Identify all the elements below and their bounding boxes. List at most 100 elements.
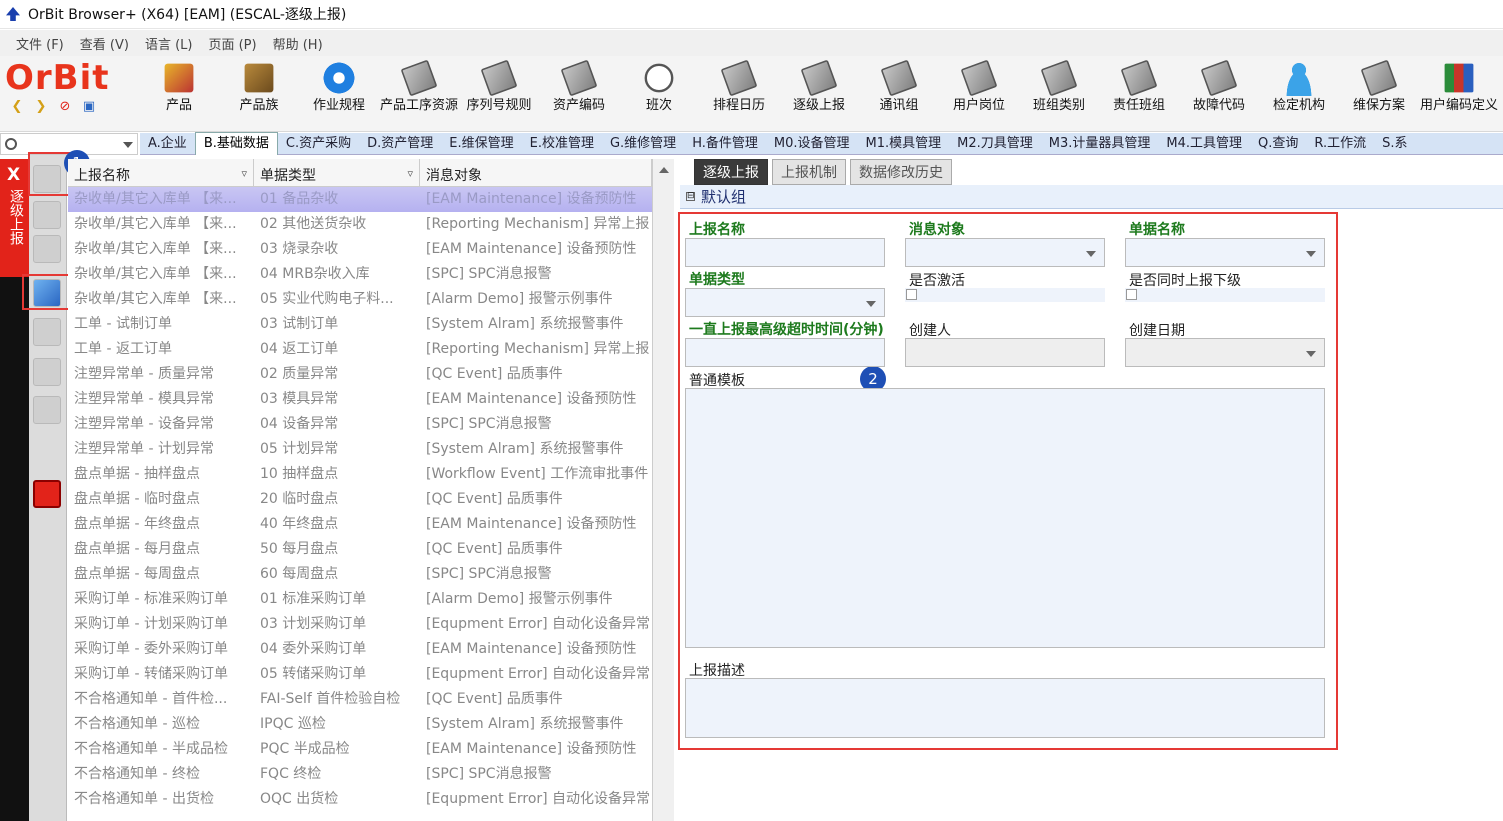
menu-view[interactable]: 查看 (V)	[80, 34, 129, 53]
module-tab[interactable]: A.企业	[140, 133, 195, 155]
chevron-down-icon[interactable]	[123, 142, 133, 148]
table-row[interactable]: 盘点单据 - 每月盘点 50 每月盘点 [QC Event] 品质事件	[68, 537, 652, 562]
toolbar-button[interactable]: 故障代码	[1179, 58, 1259, 113]
module-tab[interactable]: E.维保管理	[441, 133, 521, 155]
undo-icon[interactable]	[33, 318, 61, 346]
filter-icon[interactable]: ▿	[241, 167, 247, 180]
table-row[interactable]: 不合格通知单 - 首件检... FAI-Self 首件检验自检 [QC Event]…	[68, 687, 652, 712]
table-row[interactable]: 杂收单/其它入库单 【来... 02 其他送货杂收 [Reporting Mecha…	[68, 212, 652, 237]
toolbar-button[interactable]: 产品族	[219, 58, 299, 113]
grid-scrollbar[interactable]	[652, 159, 674, 821]
toolbar-button[interactable]: 用户岗位	[939, 58, 1019, 113]
tab-change-history[interactable]: 数据修改历史	[850, 159, 952, 185]
table-row[interactable]: 不合格通知单 - 终检 FQC 终检 [SPC] SPC消息报警	[68, 762, 652, 787]
is-active-checkbox[interactable]	[906, 289, 917, 300]
report-name-input[interactable]	[685, 238, 885, 267]
module-tab[interactable]: M3.计量器具管理	[1041, 133, 1159, 155]
toolbar-button[interactable]: 产品	[139, 58, 219, 113]
menu-file[interactable]: 文件 (F)	[16, 34, 64, 53]
table-row[interactable]: 注塑异常单 - 设备异常 04 设备异常 [SPC] SPC消息报警	[68, 412, 652, 437]
table-row[interactable]: 杂收单/其它入库单 【来... 04 MRB杂收入库 [SPC] SPC消息报警	[68, 262, 652, 287]
filter-icon[interactable]: ▿	[407, 167, 413, 180]
table-row[interactable]: 注塑异常单 - 模具异常 03 模具异常 [EAM Maintenance] 设备预…	[68, 387, 652, 412]
toolbar-button[interactable]: 班次	[619, 58, 699, 113]
template-textarea[interactable]	[685, 388, 1325, 648]
module-tab[interactable]: E.校准管理	[522, 133, 602, 155]
toolbar-button[interactable]: 资产编码	[539, 58, 619, 113]
toolbar-button[interactable]: 责任班组	[1099, 58, 1179, 113]
back-icon[interactable]: ❮	[10, 100, 24, 114]
module-tab[interactable]: Q.查询	[1250, 133, 1306, 155]
table-row[interactable]: 采购订单 - 计划采购订单 03 计划采购订单 [Equpment Error] 自…	[68, 612, 652, 637]
table-row[interactable]: 盘点单据 - 年终盘点 40 年终盘点 [EAM Maintenance] 设备预防…	[68, 512, 652, 537]
module-tab[interactable]: H.备件管理	[684, 133, 766, 155]
message-target-select[interactable]	[905, 238, 1105, 267]
toolbar-button[interactable]: 产品工序资源	[379, 58, 459, 113]
table-cell: 40 年终盘点	[260, 516, 339, 532]
window-title: OrBit Browser+ (X64) [EAM] (ESCAL-逐级上报)	[28, 7, 347, 23]
table-row[interactable]: 采购订单 - 标准采购订单 01 标准采购订单 [Alarm Demo] 报警示例事…	[68, 587, 652, 612]
doc-name-select[interactable]	[1125, 238, 1325, 267]
collapse-icon[interactable]: ⊟	[686, 192, 695, 201]
module-tab[interactable]: D.资产管理	[359, 133, 441, 155]
module-tab[interactable]: M4.工具管理	[1158, 133, 1250, 155]
module-tab[interactable]: S.系	[1374, 133, 1415, 155]
table-row[interactable]: 不合格通知单 - 巡检 IPQC 巡检 [System Alram] 系统报警事件	[68, 712, 652, 737]
close-icon[interactable]: X	[7, 165, 20, 185]
table-row[interactable]: 采购订单 - 委外采购订单 04 委外采购订单 [EAM Maintenance] …	[68, 637, 652, 662]
module-tab[interactable]: C.资产采购	[278, 133, 359, 155]
side-tab-escalation[interactable]: X 逐级上报	[0, 159, 29, 277]
menu-help[interactable]: 帮助 (H)	[273, 34, 323, 53]
exit-icon[interactable]	[33, 480, 61, 508]
toolbar-button[interactable]: 序列号规则	[459, 58, 539, 113]
table-row[interactable]: 不合格通知单 - 半成品检 PQC 半成品检 [EAM Maintenance] 设…	[68, 737, 652, 762]
report-lower-checkbox[interactable]	[1126, 289, 1137, 300]
stop-icon[interactable]: ⊘	[58, 100, 72, 114]
table-row[interactable]: 盘点单据 - 临时盘点 20 临时盘点 [QC Event] 品质事件	[68, 487, 652, 512]
toolbar-button[interactable]: 检定机构	[1259, 58, 1339, 113]
menu-page[interactable]: 页面 (P)	[208, 34, 256, 53]
description-textarea[interactable]	[685, 678, 1325, 738]
table-row[interactable]: 工单 - 返工订单 04 返工订单 [Reporting Mechanism] 异常…	[68, 337, 652, 362]
forward-icon[interactable]: ❯	[34, 100, 48, 114]
toolbar-button[interactable]: 用户编码定义	[1419, 58, 1499, 113]
table-row[interactable]: 不合格通知单 - 出货检 OQC 出货检 [Equpment Error] 自动化设…	[68, 787, 652, 812]
toolbar-button[interactable]: 班组类别	[1019, 58, 1099, 113]
group-header[interactable]: ⊟ 默认组	[680, 185, 1503, 209]
table-row[interactable]: 杂收单/其它入库单 【来... 05 实业代购电子料... [Alarm Demo]…	[68, 287, 652, 312]
tab-escalation[interactable]: 逐级上报	[694, 159, 768, 185]
copy-record-icon[interactable]	[33, 201, 61, 229]
column-header-doc-type[interactable]: 单据类型 ▿	[254, 159, 420, 186]
toolbar-button[interactable]: 逐级上报	[779, 58, 859, 113]
module-tab[interactable]: R.工作流	[1306, 133, 1374, 155]
clear-icon[interactable]	[33, 396, 61, 424]
doc-name-label: 单据名称	[1129, 222, 1185, 238]
module-tab[interactable]: B.基础数据	[194, 132, 278, 155]
toolbar-button[interactable]: 排程日历	[699, 58, 779, 113]
toolbar-button[interactable]: 通讯组	[859, 58, 939, 113]
toolbar-button[interactable]: 作业规程	[299, 58, 379, 113]
max-timeout-input[interactable]	[685, 338, 885, 367]
menu-language[interactable]: 语言 (L)	[145, 34, 193, 53]
tab-report-mechanism[interactable]: 上报机制	[772, 159, 846, 185]
table-row[interactable]: 盘点单据 - 抽样盘点 10 抽样盘点 [Workflow Event] 工作流审批…	[68, 462, 652, 487]
column-header-message-target[interactable]: 消息对象	[420, 159, 652, 186]
table-row[interactable]: 杂收单/其它入库单 【来... 03 烧录杂收 [EAM Maintenance] …	[68, 237, 652, 262]
module-tab[interactable]: M1.模具管理	[858, 133, 950, 155]
scroll-up-icon[interactable]	[659, 167, 669, 173]
column-header-report-name[interactable]: 上报名称 ▿	[68, 159, 254, 186]
table-row[interactable]: 采购订单 - 转储采购订单 05 转储采购订单 [Equpment Error] 自…	[68, 662, 652, 687]
module-tab[interactable]: M2.刀具管理	[949, 133, 1041, 155]
toolbar-button[interactable]: 维保方案	[1339, 58, 1419, 113]
home-icon[interactable]: ▣	[82, 100, 96, 114]
delete-icon[interactable]	[33, 358, 61, 386]
table-row[interactable]: 工单 - 试制订单 03 试制订单 [System Alram] 系统报警事件	[68, 312, 652, 337]
module-tab[interactable]: M0.设备管理	[766, 133, 858, 155]
attach-icon[interactable]	[33, 235, 61, 263]
module-tab[interactable]: G.维修管理	[602, 133, 684, 155]
table-row[interactable]: 杂收单/其它入库单 【来... 01 备品杂收 [EAM Maintenance] …	[68, 187, 652, 212]
table-row[interactable]: 注塑异常单 - 质量异常 02 质量异常 [QC Event] 品质事件	[68, 362, 652, 387]
doc-type-select[interactable]	[685, 288, 885, 317]
table-row[interactable]: 盘点单据 - 每周盘点 60 每周盘点 [SPC] SPC消息报警	[68, 562, 652, 587]
table-row[interactable]: 注塑异常单 - 计划异常 05 计划异常 [System Alram] 系统报警事件	[68, 437, 652, 462]
